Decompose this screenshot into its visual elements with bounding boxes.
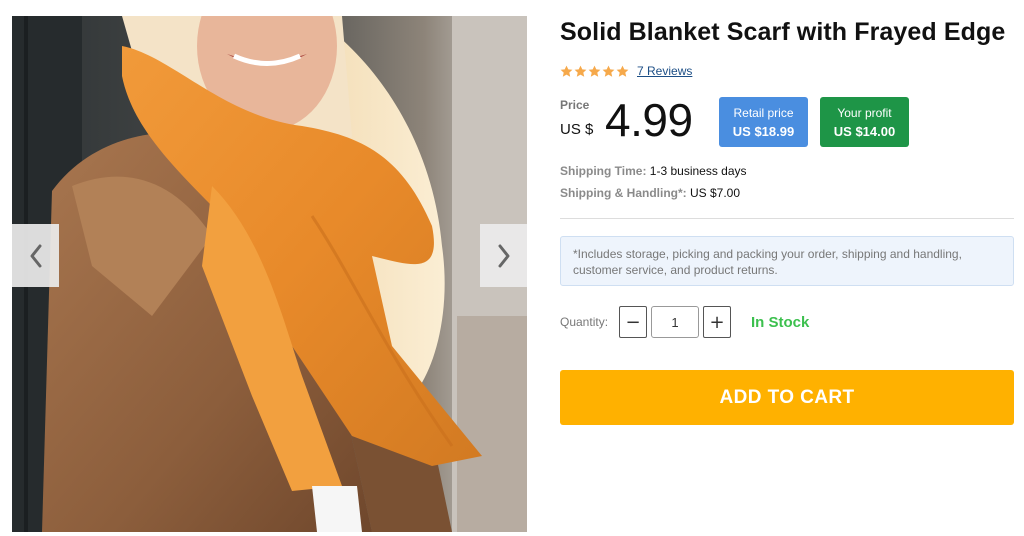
product-details: Solid Blanket Scarf with Frayed Edge 7 R… bbox=[560, 0, 1014, 536]
shipping-time: Shipping Time: 1-3 business days bbox=[560, 164, 747, 178]
star-rating bbox=[560, 65, 629, 78]
star-icon bbox=[588, 65, 601, 77]
shipping-handling: Shipping & Handling*: US $7.00 bbox=[560, 186, 740, 200]
star-icon bbox=[602, 65, 615, 77]
price-value: 4.99 bbox=[605, 94, 693, 146]
profit-label: Your profit bbox=[837, 105, 892, 120]
retail-price-amount: US $18.99 bbox=[732, 123, 795, 139]
quantity-label: Quantity: bbox=[560, 315, 609, 329]
chevron-right-icon bbox=[498, 244, 509, 267]
quantity-decrease-button[interactable]: − bbox=[619, 306, 647, 338]
reviews-link[interactable]: 7 Reviews bbox=[637, 64, 692, 78]
star-icon bbox=[616, 65, 629, 77]
gallery-prev-button[interactable] bbox=[12, 224, 59, 287]
product-image-gallery bbox=[12, 16, 527, 532]
retail-price-label: Retail price bbox=[733, 105, 794, 120]
product-photo bbox=[12, 16, 527, 532]
product-title: Solid Blanket Scarf with Frayed Edge bbox=[560, 18, 1006, 46]
add-to-cart-button[interactable]: ADD TO CART bbox=[560, 370, 1014, 425]
profit-amount: US $14.00 bbox=[833, 123, 896, 139]
shipping-handling-label: Shipping & Handling*: bbox=[560, 186, 687, 200]
quantity-row: Quantity: − + In Stock bbox=[560, 306, 809, 338]
star-icon bbox=[560, 65, 573, 77]
product-rating: 7 Reviews bbox=[560, 64, 692, 78]
quantity-increase-button[interactable]: + bbox=[703, 306, 731, 338]
star-icon bbox=[574, 65, 587, 77]
divider bbox=[560, 218, 1014, 219]
shipping-time-value: 1-3 business days bbox=[649, 164, 747, 178]
profit-badge: Your profit US $14.00 bbox=[820, 97, 909, 147]
shipping-note: *Includes storage, picking and packing y… bbox=[560, 236, 1014, 286]
gallery-next-button[interactable] bbox=[480, 224, 527, 287]
quantity-input[interactable] bbox=[651, 306, 699, 338]
retail-price-badge: Retail price US $18.99 bbox=[719, 97, 808, 147]
shipping-time-label: Shipping Time: bbox=[560, 164, 647, 178]
shipping-handling-value: US $7.00 bbox=[690, 186, 741, 200]
stock-status: In Stock bbox=[751, 313, 810, 331]
chevron-left-icon bbox=[30, 244, 41, 267]
